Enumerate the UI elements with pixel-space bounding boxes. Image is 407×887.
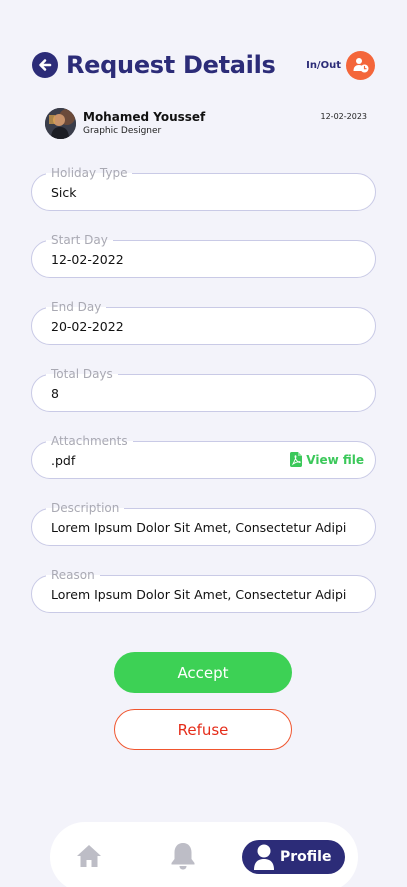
end-day-field[interactable]: End Day 20-02-2022 xyxy=(31,298,376,345)
nav-notifications[interactable] xyxy=(170,842,196,870)
pdf-file-icon xyxy=(290,452,303,467)
user-role: Graphic Designer xyxy=(83,126,162,136)
attachments-label: Attachments xyxy=(46,432,133,450)
total-days-label: Total Days xyxy=(46,365,118,383)
user-icon xyxy=(254,844,274,870)
start-day-field[interactable]: Start Day 12-02-2022 xyxy=(31,231,376,278)
arrow-left-icon xyxy=(39,59,52,71)
nav-profile-label: Profile xyxy=(280,849,332,865)
start-day-value: 12-02-2022 xyxy=(51,252,124,267)
total-days-field[interactable]: Total Days 8 xyxy=(31,365,376,412)
back-button[interactable] xyxy=(32,52,58,78)
description-label: Description xyxy=(46,499,125,517)
start-day-label: Start Day xyxy=(46,231,113,249)
nav-home[interactable] xyxy=(76,844,102,868)
reason-value: Lorem Ipsum Dolor Sit Amet, Consectetur … xyxy=(51,587,347,602)
description-field[interactable]: Description Lorem Ipsum Dolor Sit Amet, … xyxy=(31,499,376,546)
user-clock-icon xyxy=(346,50,375,80)
holiday-type-value: Sick xyxy=(51,185,77,200)
nav-profile[interactable]: Profile xyxy=(242,840,345,874)
total-days-value: 8 xyxy=(51,386,59,401)
view-file-label: View file xyxy=(306,452,364,467)
attachments-value: .pdf xyxy=(51,453,76,468)
home-icon xyxy=(77,845,101,867)
reason-label: Reason xyxy=(46,566,100,584)
page-title: Request Details xyxy=(66,51,276,79)
user-name: Mohamed Youssef xyxy=(83,110,206,124)
accept-button[interactable]: Accept xyxy=(114,652,292,693)
bell-icon xyxy=(171,843,195,870)
holiday-type-field[interactable]: Holiday Type Sick xyxy=(31,164,376,211)
end-day-label: End Day xyxy=(46,298,107,316)
in-out-label: In/Out xyxy=(306,59,341,71)
end-day-value: 20-02-2022 xyxy=(51,319,124,334)
bottom-nav: Profile xyxy=(50,822,358,887)
reason-field[interactable]: Reason Lorem Ipsum Dolor Sit Amet, Conse… xyxy=(31,566,376,613)
refuse-button[interactable]: Refuse xyxy=(114,709,292,750)
header: Request Details In/Out xyxy=(32,50,377,80)
avatar xyxy=(45,108,76,139)
holiday-type-label: Holiday Type xyxy=(46,164,133,182)
view-file-link[interactable]: View file xyxy=(290,452,364,467)
in-out-button[interactable]: In/Out xyxy=(306,50,375,80)
description-value: Lorem Ipsum Dolor Sit Amet, Consectetur … xyxy=(51,520,347,535)
attachments-field[interactable]: Attachments .pdf View file xyxy=(31,432,376,479)
request-date: 12-02-2023 xyxy=(320,112,368,121)
user-info: Mohamed Youssef Graphic Designer 12-02-2… xyxy=(45,108,367,140)
